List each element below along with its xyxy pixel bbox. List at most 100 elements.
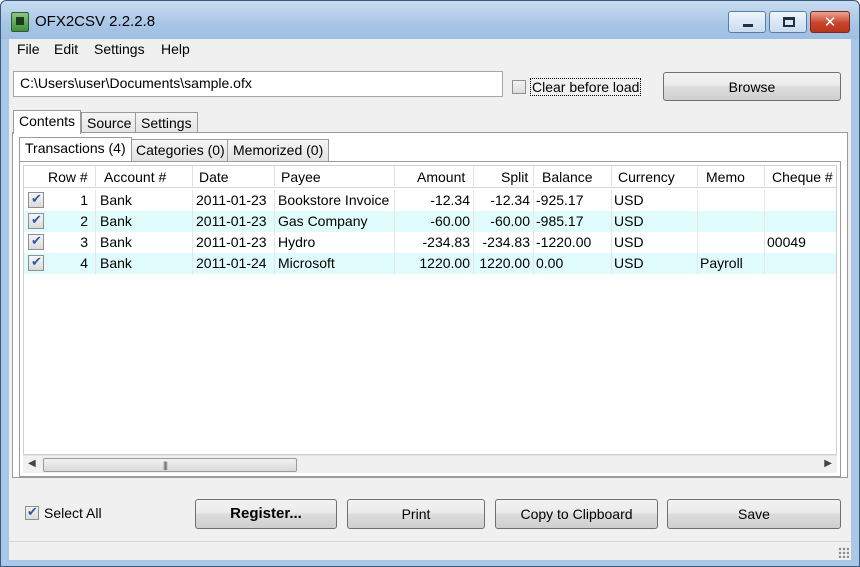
column-divider: [533, 253, 534, 274]
column-divider: [95, 190, 96, 211]
cell-row: 4: [80, 255, 88, 271]
cell-amount: -234.83: [422, 234, 470, 250]
table-row[interactable]: 1 Bank 2011-01-23 Bookstore Invoice -12.34 -1…: [24, 190, 836, 211]
scroll-thumb[interactable]: |||: [43, 458, 297, 472]
col-balance[interactable]: Balance: [542, 169, 593, 185]
horizontal-scrollbar[interactable]: ◀ ||| ▶: [23, 455, 837, 473]
column-divider: [394, 211, 395, 232]
menu-file[interactable]: File: [17, 41, 40, 57]
column-divider: [611, 253, 612, 274]
cell-row: 1: [80, 192, 88, 208]
col-date[interactable]: Date: [199, 169, 229, 185]
print-button[interactable]: Print: [347, 499, 485, 529]
clear-before-load-label[interactable]: Clear before load: [530, 78, 642, 96]
col-currency[interactable]: Currency: [618, 169, 675, 185]
column-divider: [533, 232, 534, 253]
maximize-button[interactable]: [769, 11, 807, 33]
column-divider: [95, 211, 96, 232]
tab-transactions[interactable]: Transactions (4): [19, 137, 132, 161]
column-divider: [473, 232, 474, 253]
window-title: OFX2CSV 2.2.2.8: [35, 13, 156, 30]
col-memo[interactable]: Memo: [706, 169, 745, 185]
cell-split: -12.34: [490, 192, 530, 208]
cell-account: Bank: [100, 213, 132, 229]
column-divider: [274, 166, 275, 188]
tab-categories[interactable]: Categories (0): [130, 139, 231, 161]
cell-row: 2: [80, 213, 88, 229]
column-divider: [611, 232, 612, 253]
select-all-checkbox[interactable]: [25, 504, 39, 520]
column-divider: [394, 166, 395, 188]
tab-memorized[interactable]: Memorized (0): [227, 139, 330, 161]
cell-payee: Gas Company: [278, 213, 368, 229]
tab-settings[interactable]: Settings: [135, 112, 198, 134]
row-checkbox[interactable]: [28, 254, 44, 271]
menu-help[interactable]: Help: [161, 41, 190, 57]
title-bar[interactable]: OFX2CSV 2.2.2.8 ✕: [1, 1, 859, 39]
cell-payee: Hydro: [278, 234, 316, 250]
col-amount[interactable]: Amount: [417, 169, 465, 185]
cell-balance: -1220.00: [536, 234, 592, 250]
row-checkbox[interactable]: [28, 233, 44, 250]
column-divider: [192, 253, 193, 274]
menu-edit[interactable]: Edit: [54, 41, 78, 57]
col-payee[interactable]: Payee: [281, 169, 321, 185]
column-divider: [473, 190, 474, 211]
column-divider: [95, 253, 96, 274]
table-header: Row # Account # Date Payee Amount Split …: [24, 166, 836, 188]
cell-date: 2011-01-24: [196, 255, 267, 271]
cell-cheque: 00049: [767, 234, 806, 250]
cell-currency: USD: [614, 255, 644, 271]
column-divider: [611, 190, 612, 211]
column-divider: [394, 190, 395, 211]
col-account[interactable]: Account #: [104, 169, 166, 185]
save-button[interactable]: Save: [667, 499, 841, 529]
column-divider: [192, 166, 193, 188]
cell-memo: Payroll: [700, 255, 743, 271]
cell-currency: USD: [614, 213, 644, 229]
minimize-button[interactable]: [728, 11, 766, 33]
cell-amount: -60.00: [430, 213, 470, 229]
select-all-label[interactable]: Select All: [44, 505, 102, 521]
register-button[interactable]: Register...: [195, 499, 337, 529]
cell-amount: -12.34: [430, 192, 470, 208]
copy-to-clipboard-button[interactable]: Copy to Clipboard: [495, 499, 658, 529]
cell-account: Bank: [100, 255, 132, 271]
scroll-right-icon[interactable]: ▶: [824, 458, 832, 469]
column-divider: [192, 190, 193, 211]
clear-before-load-checkbox[interactable]: [512, 80, 526, 94]
column-divider: [274, 253, 275, 274]
cell-split: 1220.00: [479, 255, 530, 271]
file-path-input[interactable]: C:\Users\user\Documents\sample.ofx: [13, 71, 503, 97]
column-divider: [473, 211, 474, 232]
resize-grip-icon[interactable]: [838, 547, 849, 558]
row-checkbox[interactable]: [28, 212, 44, 229]
transactions-table: Row # Account # Date Payee Amount Split …: [23, 165, 837, 455]
col-split[interactable]: Split: [501, 169, 528, 185]
cell-balance: 0.00: [536, 255, 564, 271]
browse-button[interactable]: Browse: [663, 72, 841, 101]
tab-source[interactable]: Source: [81, 112, 138, 134]
table-row[interactable]: 3 Bank 2011-01-23 Hydro -234.83 -234.83 -1220.…: [24, 232, 836, 253]
column-divider: [533, 211, 534, 232]
column-divider: [95, 166, 96, 188]
cell-balance: -925.17: [536, 192, 584, 208]
menu-settings[interactable]: Settings: [94, 41, 145, 57]
column-divider: [192, 232, 193, 253]
cell-balance: -985.17: [536, 213, 584, 229]
cell-row: 3: [80, 234, 88, 250]
col-row[interactable]: Row #: [48, 169, 88, 185]
column-divider: [274, 190, 275, 211]
close-button[interactable]: ✕: [810, 11, 850, 33]
column-divider: [533, 190, 534, 211]
scroll-left-icon[interactable]: ◀: [28, 458, 36, 469]
table-row[interactable]: 2 Bank 2011-01-23 Gas Company -60.00 -60.00 -9…: [24, 211, 836, 232]
col-cheque[interactable]: Cheque #: [772, 169, 833, 185]
app-window: OFX2CSV 2.2.2.8 ✕ File Edit Settings Hel…: [0, 0, 860, 567]
row-checkbox[interactable]: [28, 191, 44, 208]
cell-account: Bank: [100, 192, 132, 208]
column-divider: [697, 253, 698, 274]
maximize-icon: [783, 17, 795, 27]
tab-contents[interactable]: Contents: [13, 110, 82, 134]
table-row[interactable]: 4 Bank 2011-01-24 Microsoft 1220.00 1220.00 0.…: [24, 253, 836, 274]
